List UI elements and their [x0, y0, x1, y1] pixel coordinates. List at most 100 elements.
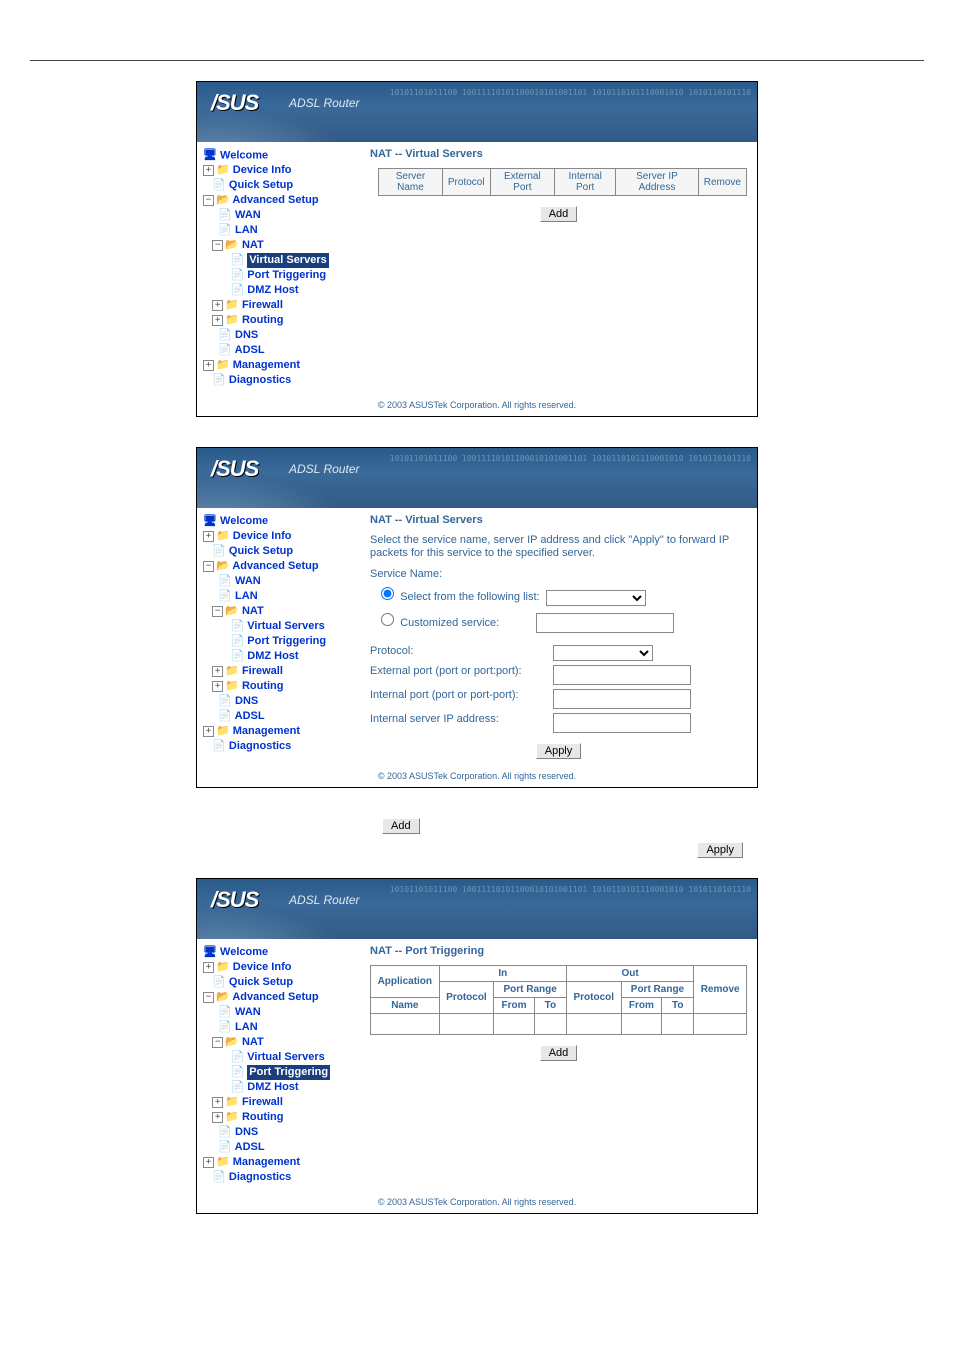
col-server-ip: Server IP Address: [616, 169, 698, 196]
add-button[interactable]: Add: [540, 1045, 578, 1061]
nav-management[interactable]: +📁 Management: [203, 1155, 358, 1170]
internal-ip-input[interactable]: [553, 713, 691, 733]
nav-device-info[interactable]: +📁 Device Info: [203, 960, 358, 975]
nav-adsl[interactable]: 📄 ADSL: [203, 1140, 358, 1155]
nav-lan[interactable]: 📄 LAN: [203, 589, 358, 604]
service-select[interactable]: [546, 590, 646, 606]
nav-management[interactable]: +📁 Management: [203, 724, 358, 739]
radio-select-list[interactable]: [381, 587, 394, 600]
nav-advanced-setup[interactable]: −📂 Advanced Setup: [203, 193, 358, 208]
nav-dns[interactable]: 📄 DNS: [203, 694, 358, 709]
content-pane: NAT -- Virtual Servers Select the servic…: [362, 508, 757, 765]
add-button-inline[interactable]: Add: [382, 818, 420, 834]
nav-quick-setup[interactable]: 📄 Quick Setup: [203, 544, 358, 559]
footer-copyright: © 2003 ASUSTek Corporation. All rights r…: [197, 765, 757, 787]
banner: /SUS ADSL Router 10101101011100 10011110…: [197, 448, 757, 508]
nav-port-triggering[interactable]: 📄 Port Triggering: [203, 268, 358, 283]
brand-logo: /SUS: [211, 887, 258, 913]
nav-dmz-host[interactable]: 📄 DMZ Host: [203, 283, 358, 298]
external-port-label: External port (port or port:port):: [370, 665, 550, 677]
col-out-from: From: [621, 998, 662, 1014]
nav-diagnostics[interactable]: 📄 Diagnostics: [203, 739, 358, 754]
banner: /SUS ADSL Router 10101101011100 10011110…: [197, 879, 757, 939]
nav-quick-setup[interactable]: 📄 Quick Setup: [203, 975, 358, 990]
nav-adsl[interactable]: 📄 ADSL: [203, 709, 358, 724]
col-internal-port: Internal Port: [555, 169, 616, 196]
nav-virtual-servers[interactable]: 📄 Virtual Servers: [203, 253, 358, 268]
apply-button[interactable]: Apply: [536, 743, 582, 759]
label-select-list: Select from the following list:: [400, 591, 539, 603]
nav-nat[interactable]: −📂 NAT: [203, 1035, 358, 1050]
nav-virtual-servers[interactable]: 📄 Virtual Servers: [203, 1050, 358, 1065]
protocol-select[interactable]: [553, 645, 653, 661]
pc-icon: 🖥: [203, 148, 217, 163]
port-triggering-table: Application In Out Remove Protocol Port …: [370, 965, 747, 1035]
nav-dmz-host[interactable]: 📄 DMZ Host: [203, 649, 358, 664]
nav-device-info[interactable]: +📁 Device Info: [203, 163, 358, 178]
page-description: Select the service name, server IP addre…: [370, 534, 747, 560]
content-pane: NAT -- Virtual Servers Server Name Proto…: [362, 142, 757, 394]
nav-dns[interactable]: 📄 DNS: [203, 328, 358, 343]
nav-virtual-servers[interactable]: 📄 Virtual Servers: [203, 619, 358, 634]
inline-buttons: Add Apply: [197, 818, 757, 848]
nav-adsl[interactable]: 📄 ADSL: [203, 343, 358, 358]
internal-ip-label: Internal server IP address:: [370, 713, 550, 725]
nav-diagnostics[interactable]: 📄 Diagnostics: [203, 373, 358, 388]
nav-routing[interactable]: +📁 Routing: [203, 1110, 358, 1125]
nav-diagnostics[interactable]: 📄 Diagnostics: [203, 1170, 358, 1185]
virtual-servers-table: Server Name Protocol External Port Inter…: [378, 168, 747, 196]
nav-device-info[interactable]: +📁 Device Info: [203, 529, 358, 544]
nav-wan[interactable]: 📄 WAN: [203, 208, 358, 223]
nav-firewall[interactable]: +📁 Firewall: [203, 1095, 358, 1110]
page-title: NAT -- Virtual Servers: [370, 148, 747, 160]
service-name-label: Service Name:: [370, 568, 747, 580]
col-out-protocol: Protocol: [566, 982, 621, 1014]
banner-binary: 10101101011100 1001111010110001010100110…: [390, 885, 751, 895]
add-button[interactable]: Add: [540, 206, 578, 222]
label-custom-service: Customized service:: [400, 617, 499, 629]
nav-nat[interactable]: −📂 NAT: [203, 604, 358, 619]
brand-subtitle: ADSL Router: [289, 893, 359, 907]
apply-button-inline[interactable]: Apply: [697, 842, 743, 858]
banner-binary: 10101101011100 1001111010110001010100110…: [390, 88, 751, 98]
nav-firewall[interactable]: +📁 Firewall: [203, 298, 358, 313]
nav-wan[interactable]: 📄 WAN: [203, 1005, 358, 1020]
nav-welcome[interactable]: 🖥 Welcome: [203, 514, 358, 529]
brand-logo: /SUS: [211, 90, 258, 116]
protocol-label: Protocol:: [370, 645, 550, 657]
nav-routing[interactable]: +📁 Routing: [203, 313, 358, 328]
screenshot-port-triggering: /SUS ADSL Router 10101101011100 10011110…: [196, 878, 758, 1214]
nav-routing[interactable]: +📁 Routing: [203, 679, 358, 694]
brand-subtitle: ADSL Router: [289, 96, 359, 110]
nav-dns[interactable]: 📄 DNS: [203, 1125, 358, 1140]
internal-port-input[interactable]: [553, 689, 691, 709]
nav-welcome[interactable]: 🖥 Welcome: [203, 945, 358, 960]
page-title: NAT -- Virtual Servers: [370, 514, 747, 526]
col-name: Name: [371, 998, 440, 1014]
nav-port-triggering[interactable]: 📄 Port Triggering: [203, 1065, 358, 1080]
nav-wan[interactable]: 📄 WAN: [203, 574, 358, 589]
nav-firewall[interactable]: +📁 Firewall: [203, 664, 358, 679]
nav-advanced-setup[interactable]: −📂 Advanced Setup: [203, 990, 358, 1005]
nav-welcome[interactable]: 🖥 Welcome: [203, 148, 358, 163]
custom-service-input[interactable]: [536, 613, 674, 633]
nav-advanced-setup[interactable]: −📂 Advanced Setup: [203, 559, 358, 574]
screenshot-virtual-servers-list: /SUS ADSL Router 10101101011100 10011110…: [196, 81, 758, 417]
nav-lan[interactable]: 📄 LAN: [203, 223, 358, 238]
col-external-port: External Port: [490, 169, 555, 196]
nav-nat[interactable]: −📂 NAT: [203, 238, 358, 253]
nav-tree: 🖥 Welcome +📁 Device Info 📄 Quick Setup −…: [197, 142, 362, 394]
radio-custom-service[interactable]: [381, 613, 394, 626]
col-remove: Remove: [694, 966, 747, 1014]
nav-quick-setup[interactable]: 📄 Quick Setup: [203, 178, 358, 193]
col-in-from: From: [494, 998, 535, 1014]
screenshot-virtual-servers-form: /SUS ADSL Router 10101101011100 10011110…: [196, 447, 758, 788]
nav-lan[interactable]: 📄 LAN: [203, 1020, 358, 1035]
banner: /SUS ADSL Router 10101101011100 10011110…: [197, 82, 757, 142]
nav-port-triggering[interactable]: 📄 Port Triggering: [203, 634, 358, 649]
external-port-input[interactable]: [553, 665, 691, 685]
col-out: Out: [566, 966, 693, 982]
table-row: [371, 1014, 747, 1035]
nav-management[interactable]: +📁 Management: [203, 358, 358, 373]
nav-dmz-host[interactable]: 📄 DMZ Host: [203, 1080, 358, 1095]
